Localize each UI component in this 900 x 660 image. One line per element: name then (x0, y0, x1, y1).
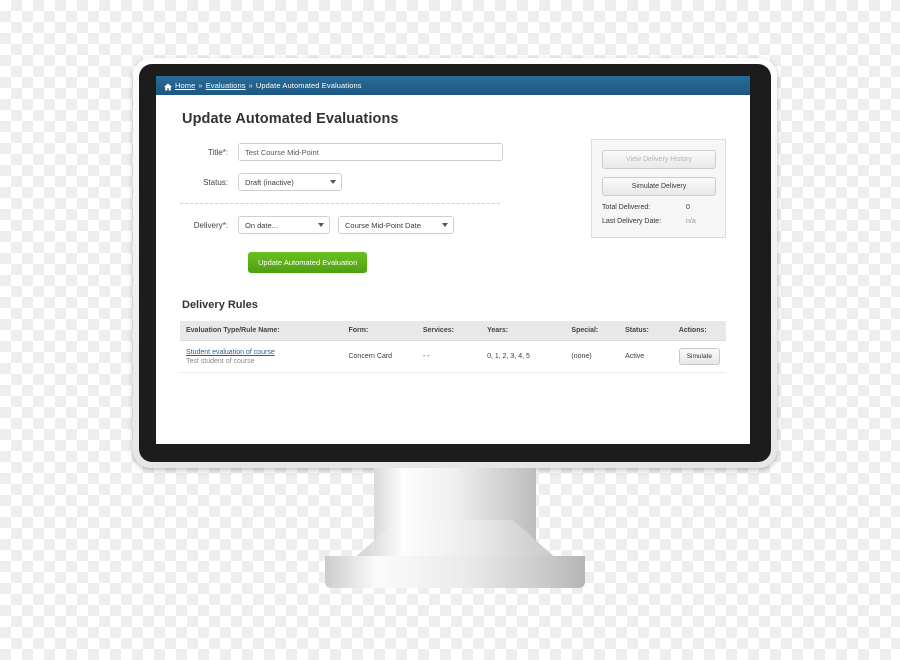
delivery-label: Delivery*: (193, 220, 228, 230)
table-header-row: Evaluation Type/Rule Name: Form: Service… (180, 321, 726, 341)
delivery-rules-table: Evaluation Type/Rule Name: Form: Service… (180, 321, 726, 373)
breadcrumb: Home » Evaluations » Update Automated Ev… (156, 76, 750, 95)
cell-actions: Simulate (672, 340, 726, 373)
delivery-type-select[interactable]: On date... (238, 216, 330, 234)
simulate-delivery-button[interactable]: Simulate Delivery (602, 177, 716, 196)
rule-name-subtitle: Test student of course (186, 357, 255, 365)
total-delivered-label: Total Delivered: (602, 204, 651, 211)
monitor-stand-base (325, 556, 585, 588)
breadcrumb-current: Update Automated Evaluations (255, 81, 362, 90)
breadcrumb-link-evaluations[interactable]: Evaluations (206, 81, 246, 90)
delivery-rules-title: Delivery Rules (182, 299, 258, 311)
column-header-status: Status: (619, 321, 673, 341)
column-header-years: Years: (481, 321, 566, 341)
form-row-status: Status: Draft (inactive) (180, 173, 532, 191)
form-row-title: Title*: (180, 143, 532, 161)
breadcrumb-separator-2: » (248, 81, 253, 90)
cell-status: Active (619, 340, 673, 373)
status-select[interactable]: Draft (inactive) (238, 173, 342, 191)
delivery-rules-header: Evaluation Type/Rule Name: Form: Service… (180, 321, 726, 341)
screenshot-canvas: Home » Evaluations » Update Automated Ev… (0, 0, 900, 660)
monitor-screen: Home » Evaluations » Update Automated Ev… (156, 76, 750, 444)
breadcrumb-link-home[interactable]: Home (175, 81, 195, 90)
home-icon (164, 83, 172, 91)
delivery-rules-body: Student evaluation of course Test studen… (180, 340, 726, 373)
cell-services: - - (416, 340, 482, 373)
chevron-down-icon (330, 180, 336, 184)
delivery-type-value: On date... (245, 220, 278, 230)
total-delivered-row: Total Delivered: 0 (602, 204, 715, 211)
update-automated-evaluation-button[interactable]: Update Automated Evaluation (248, 252, 368, 273)
delivery-info-panel: View Delivery History Simulate Delivery … (591, 139, 726, 238)
rule-name-link[interactable]: Student evaluation of course (186, 349, 336, 356)
status-select-value: Draft (inactive) (245, 177, 294, 187)
table-row: Student evaluation of course Test studen… (180, 340, 726, 373)
delivery-date-select[interactable]: Course Mid-Point Date (338, 216, 454, 234)
evaluation-form: Title*: Status: Draft (inactive) Deliver… (180, 143, 532, 273)
column-header-special: Special: (565, 321, 620, 341)
view-delivery-history-button[interactable]: View Delivery History (602, 150, 716, 169)
last-delivery-value: n/a (686, 218, 696, 225)
chevron-down-icon (442, 223, 448, 227)
title-input[interactable] (238, 143, 503, 161)
form-row-delivery: Delivery*: On date... Course Mid-Point D… (180, 216, 532, 234)
title-label: Title*: (207, 147, 228, 157)
breadcrumb-separator-1: » (198, 81, 203, 90)
column-header-services: Services: (416, 321, 482, 341)
last-delivery-label: Last Delivery Date: (602, 218, 662, 225)
last-delivery-row: Last Delivery Date: n/a (602, 218, 715, 225)
form-divider (180, 203, 500, 204)
column-header-form: Form: (342, 321, 417, 341)
delivery-date-value: Course Mid-Point Date (345, 220, 421, 230)
column-header-rule-name: Evaluation Type/Rule Name: (180, 321, 343, 341)
column-header-actions: Actions: (672, 321, 726, 341)
simulate-rule-button[interactable]: Simulate (678, 348, 720, 365)
status-label: Status: (203, 177, 228, 187)
total-delivered-value: 0 (686, 204, 690, 211)
page-content: Update Automated Evaluations Title*: Sta… (156, 95, 750, 444)
page-title: Update Automated Evaluations (182, 111, 399, 127)
cell-form: Concern Card (342, 340, 417, 373)
cell-special: (none) (565, 340, 620, 373)
chevron-down-icon (318, 223, 324, 227)
cell-rule-name: Student evaluation of course Test studen… (180, 340, 343, 373)
cell-years: 0, 1, 2, 3, 4, 5 (481, 340, 566, 373)
